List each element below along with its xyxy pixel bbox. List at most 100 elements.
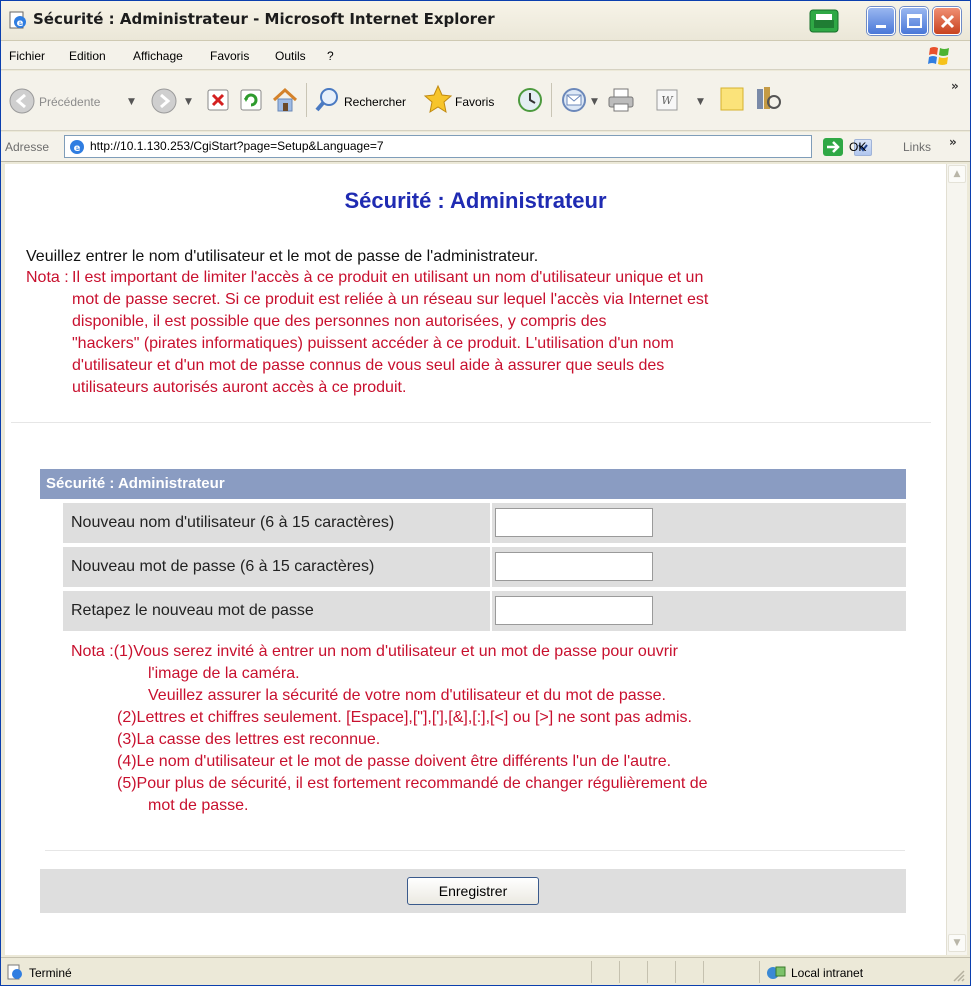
- resize-grip-icon[interactable]: [951, 968, 965, 982]
- note2-line: Nota :(1)Vous serez invité à entrer un n…: [71, 643, 678, 660]
- toolbar-separator: [551, 83, 552, 117]
- status-divider: [703, 961, 704, 983]
- forward-dropdown-icon[interactable]: ▼: [185, 97, 192, 107]
- note-prefix: Nota :: [26, 269, 69, 286]
- toolbar-separator: [306, 83, 307, 117]
- password-label: Nouveau mot de passe (6 à 15 caractères): [63, 547, 490, 587]
- edit-dropdown-icon[interactable]: ▼: [697, 97, 704, 107]
- confirm-password-input[interactable]: [495, 596, 653, 625]
- status-divider: [591, 961, 592, 983]
- go-button-label[interactable]: OK: [849, 140, 866, 154]
- status-divider: [759, 961, 760, 983]
- intro-text: Veuillez entrer le nom d'utilisateur et …: [26, 248, 539, 265]
- note-line: d'utilisateur et d'un mot de passe connu…: [72, 357, 665, 374]
- ie-page-icon: [7, 964, 22, 980]
- links-chevron-icon[interactable]: »: [949, 135, 957, 149]
- section-header: Sécurité : Administrateur: [40, 469, 906, 499]
- username-input[interactable]: [495, 508, 653, 537]
- address-label: Adresse: [5, 140, 50, 154]
- go-arrow-icon[interactable]: [823, 138, 843, 156]
- address-url[interactable]: http://10.1.130.253/CgiStart?page=Setup&…: [90, 139, 384, 153]
- toolbar: Précédente ▼ ▼ Rechercher Favoris ▼ W ▼ …: [1, 71, 970, 131]
- confirm-password-label: Retapez le nouveau mot de passe: [63, 591, 490, 631]
- divider: [11, 422, 931, 423]
- search-icon[interactable]: [314, 86, 342, 114]
- close-button[interactable]: [933, 7, 961, 35]
- ie-page-icon: e: [9, 11, 26, 29]
- minimize-button[interactable]: [867, 7, 895, 35]
- scroll-up-button[interactable]: ▲: [948, 165, 966, 183]
- scroll-down-button[interactable]: ▼: [948, 934, 966, 952]
- refresh-icon[interactable]: [239, 88, 263, 112]
- window-title: Sécurité : Administrateur - Microsoft In…: [33, 10, 495, 28]
- address-field[interactable]: e http://10.1.130.253/CgiStart?page=Setu…: [64, 135, 872, 158]
- status-divider: [647, 961, 648, 983]
- password-input[interactable]: [495, 552, 653, 581]
- note2-line: l'image de la caméra.: [148, 665, 300, 682]
- note-line: Il est important de limiter l'accès à ce…: [72, 269, 704, 286]
- menu-edition[interactable]: Edition: [69, 49, 106, 63]
- menu-favoris[interactable]: Favoris: [210, 49, 249, 63]
- favorites-star-icon[interactable]: [423, 84, 453, 114]
- note2-line: (4)Le nom d'utilisateur et le mot de pas…: [117, 753, 672, 770]
- windows-logo-icon: [928, 47, 949, 65]
- note-line: mot de passe secret. Si ce produit est r…: [72, 291, 709, 308]
- svg-text:W: W: [661, 94, 674, 107]
- maximize-button[interactable]: [900, 7, 928, 35]
- note-line: disponible, il est possible que des pers…: [72, 313, 607, 330]
- research-icon[interactable]: [753, 84, 783, 114]
- mail-icon[interactable]: [559, 86, 589, 114]
- browser-window: e Sécurité : Administrateur - Microsoft …: [0, 0, 971, 986]
- links-label[interactable]: Links: [903, 140, 931, 154]
- history-icon[interactable]: [516, 86, 544, 114]
- username-label: Nouveau nom d'utilisateur (6 à 15 caract…: [63, 503, 490, 543]
- back-label[interactable]: Précédente: [39, 95, 100, 109]
- local-intranet-icon: [767, 966, 786, 979]
- menu-outils[interactable]: Outils: [275, 49, 306, 63]
- mail-dropdown-icon[interactable]: ▼: [591, 97, 598, 107]
- status-bar: Terminé Local intranet: [1, 957, 970, 985]
- save-button[interactable]: Enregistrer: [407, 877, 539, 905]
- close-icon: [940, 14, 955, 29]
- page-title: Sécurité : Administrateur: [344, 188, 607, 213]
- search-label[interactable]: Rechercher: [344, 95, 406, 109]
- maximize-icon: [907, 14, 922, 28]
- menu-affichage[interactable]: Affichage: [133, 49, 183, 63]
- note2-line: (5)Pour plus de sécurité, il est forteme…: [117, 775, 708, 792]
- stop-icon[interactable]: [206, 88, 230, 112]
- status-text: Terminé: [29, 966, 72, 980]
- minimize-icon: [876, 25, 886, 28]
- printer-icon[interactable]: [806, 7, 842, 35]
- edit-icon[interactable]: W: [654, 87, 680, 113]
- form-footer: Enregistrer: [40, 869, 906, 913]
- note2-line: (2)Lettres et chiffres seulement. [Espac…: [117, 709, 692, 726]
- username-cell: [492, 503, 906, 543]
- toolbar-chevron-icon[interactable]: »: [951, 79, 959, 93]
- zone-text: Local intranet: [791, 966, 864, 980]
- title-bar: e Sécurité : Administrateur - Microsoft …: [1, 1, 970, 41]
- forward-icon[interactable]: [151, 88, 177, 114]
- menu-fichier[interactable]: Fichier: [9, 49, 45, 63]
- vertical-scrollbar[interactable]: ▲ ▼: [946, 164, 967, 955]
- favorites-label[interactable]: Favoris: [455, 95, 494, 109]
- home-icon[interactable]: [271, 86, 299, 114]
- ie-page-icon: e: [70, 140, 84, 154]
- menu-help[interactable]: ?: [327, 49, 334, 63]
- address-bar: Adresse e http://10.1.130.253/CgiStart?p…: [1, 132, 970, 162]
- status-divider: [619, 961, 620, 983]
- svg-text:e: e: [74, 143, 81, 154]
- note2-line: (3)La casse des lettres est reconnue.: [117, 731, 381, 748]
- note-line: utilisateurs autorisés auront accès à ce…: [72, 379, 407, 396]
- password-cell: [492, 547, 906, 587]
- divider: [45, 850, 905, 851]
- svg-text:e: e: [17, 18, 24, 29]
- note2-line: Veuillez assurer la sécurité de votre no…: [148, 687, 666, 704]
- back-dropdown-icon[interactable]: ▼: [128, 97, 135, 107]
- print-icon[interactable]: [606, 86, 636, 114]
- back-icon[interactable]: [9, 88, 35, 114]
- notes-icon[interactable]: [718, 85, 746, 113]
- page-content: Sécurité : Administrateur Veuillez entre…: [5, 164, 946, 955]
- menu-bar: Fichier Edition Affichage Favoris Outils…: [1, 41, 970, 70]
- status-divider: [675, 961, 676, 983]
- confirm-password-cell: [492, 591, 906, 631]
